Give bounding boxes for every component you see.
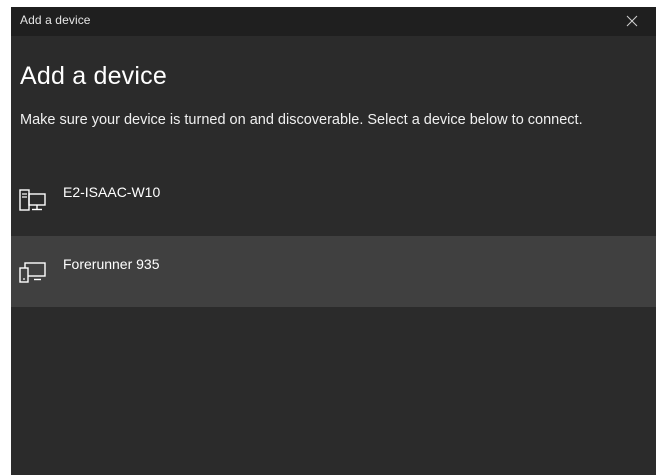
close-icon [626,15,638,27]
device-label: Forerunner 935 [63,256,160,272]
device-list: E2-ISAAC-W10 Forerunner 935 [11,165,656,307]
title-bar: Add a device [11,7,656,36]
close-button[interactable] [610,7,656,36]
generic-device-icon [19,262,46,283]
page-title: Add a device [20,62,167,90]
add-device-window: Add a device Add a device Make sure your… [11,7,656,475]
desktop-computer-icon [19,189,46,211]
instructions-text: Make sure your device is turned on and d… [20,112,583,128]
device-label: E2-ISAAC-W10 [63,184,161,200]
window-title: Add a device [20,13,91,27]
device-item-e2-isaac-w10[interactable]: E2-ISAAC-W10 [11,165,656,236]
device-item-forerunner-935[interactable]: Forerunner 935 [11,236,656,307]
